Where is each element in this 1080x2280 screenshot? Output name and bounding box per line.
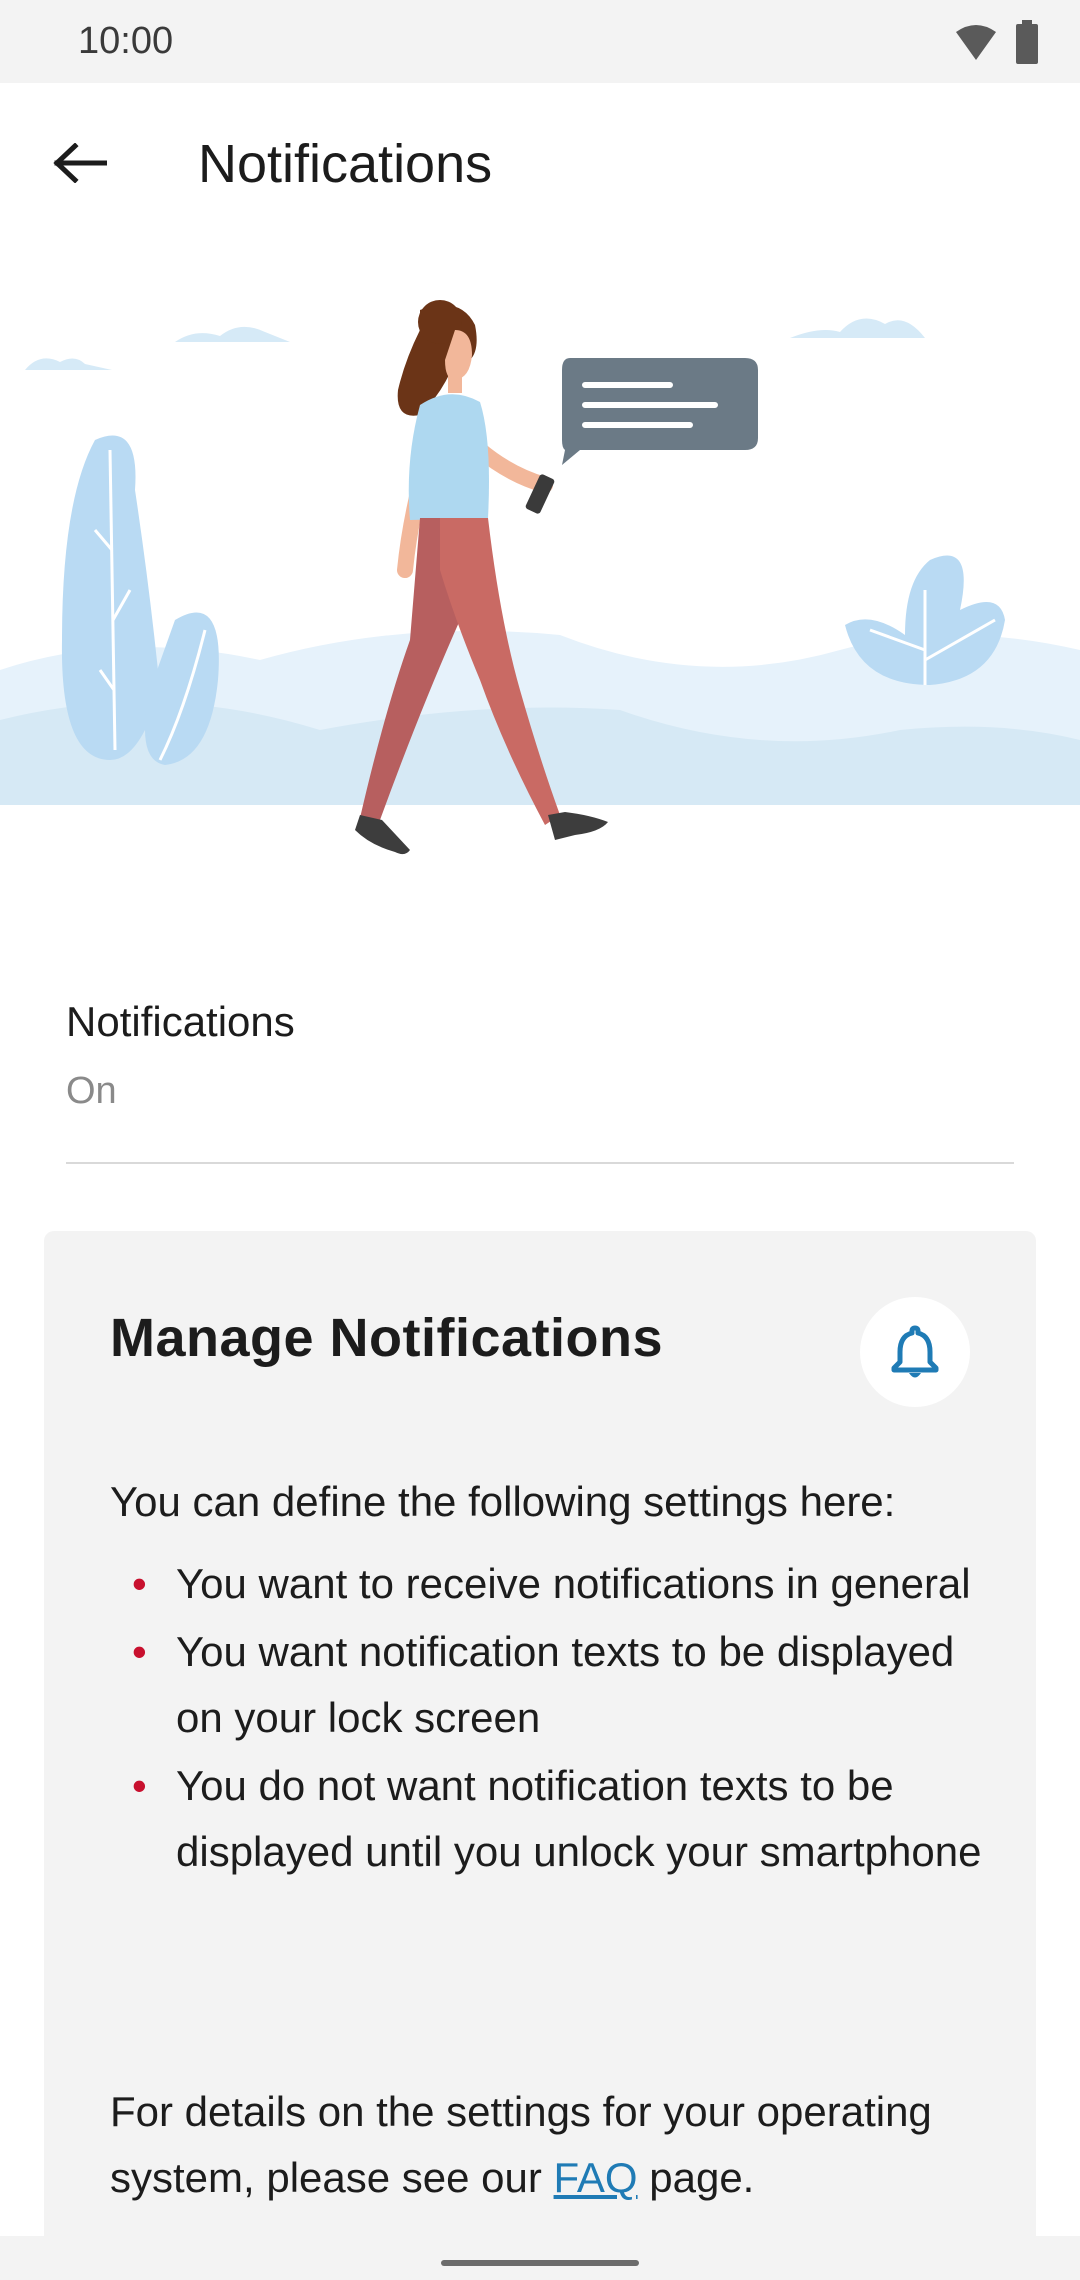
- list-item: • You want to receive notifications in ge…: [110, 1551, 990, 1617]
- walking-woman-illustration: [0, 300, 1080, 855]
- card-title: Manage Notifications: [110, 1308, 664, 1368]
- bullet-dot: •: [132, 1628, 147, 1675]
- faq-link[interactable]: FAQ: [554, 2154, 638, 2201]
- back-button[interactable]: [40, 123, 120, 203]
- footer-text-end: page.: [637, 2154, 755, 2201]
- settings-bullet-list: • You want to receive notifications in ge…: [110, 1551, 990, 1887]
- app-bar: Notifications: [0, 83, 1080, 243]
- setting-value: On: [66, 1070, 117, 1112]
- status-icons: [954, 20, 1040, 64]
- status-bar: 10:00: [0, 0, 1080, 83]
- battery-icon: [1016, 20, 1038, 64]
- bullet-text: You do not want notification texts to be…: [176, 1762, 982, 1875]
- home-indicator[interactable]: [441, 2260, 639, 2266]
- footer-text: For details on the settings for your ope…: [110, 2088, 932, 2201]
- card-footer: For details on the settings for your ope…: [110, 2079, 1010, 2211]
- notifications-setting-row[interactable]: Notifications On: [66, 998, 1014, 1164]
- bell-badge: [860, 1297, 970, 1407]
- bullet-dot: •: [132, 1762, 147, 1809]
- system-nav-bar: [0, 2236, 1080, 2280]
- bell-icon: [891, 1325, 939, 1378]
- list-item: • You want notification texts to be displ…: [110, 1619, 990, 1751]
- arrow-left-icon: [53, 143, 107, 183]
- bullet-dot: •: [132, 1560, 147, 1607]
- setting-title: Notifications: [66, 998, 295, 1045]
- wifi-icon: [956, 25, 996, 60]
- status-time: 10:00: [78, 20, 174, 62]
- bullet-text: You want to receive notifications in gen…: [176, 1560, 971, 1607]
- page-title: Notifications: [198, 134, 493, 194]
- manage-notifications-card: Manage Notifications You can define the …: [44, 1231, 1036, 2280]
- bullet-text: You want notification texts to be displa…: [176, 1628, 955, 1741]
- divider: [66, 1162, 1014, 1164]
- card-intro: You can define the following settings he…: [110, 1478, 896, 1525]
- hero-illustration: [0, 290, 1080, 890]
- list-item: • You do not want notification texts to b…: [110, 1753, 990, 1885]
